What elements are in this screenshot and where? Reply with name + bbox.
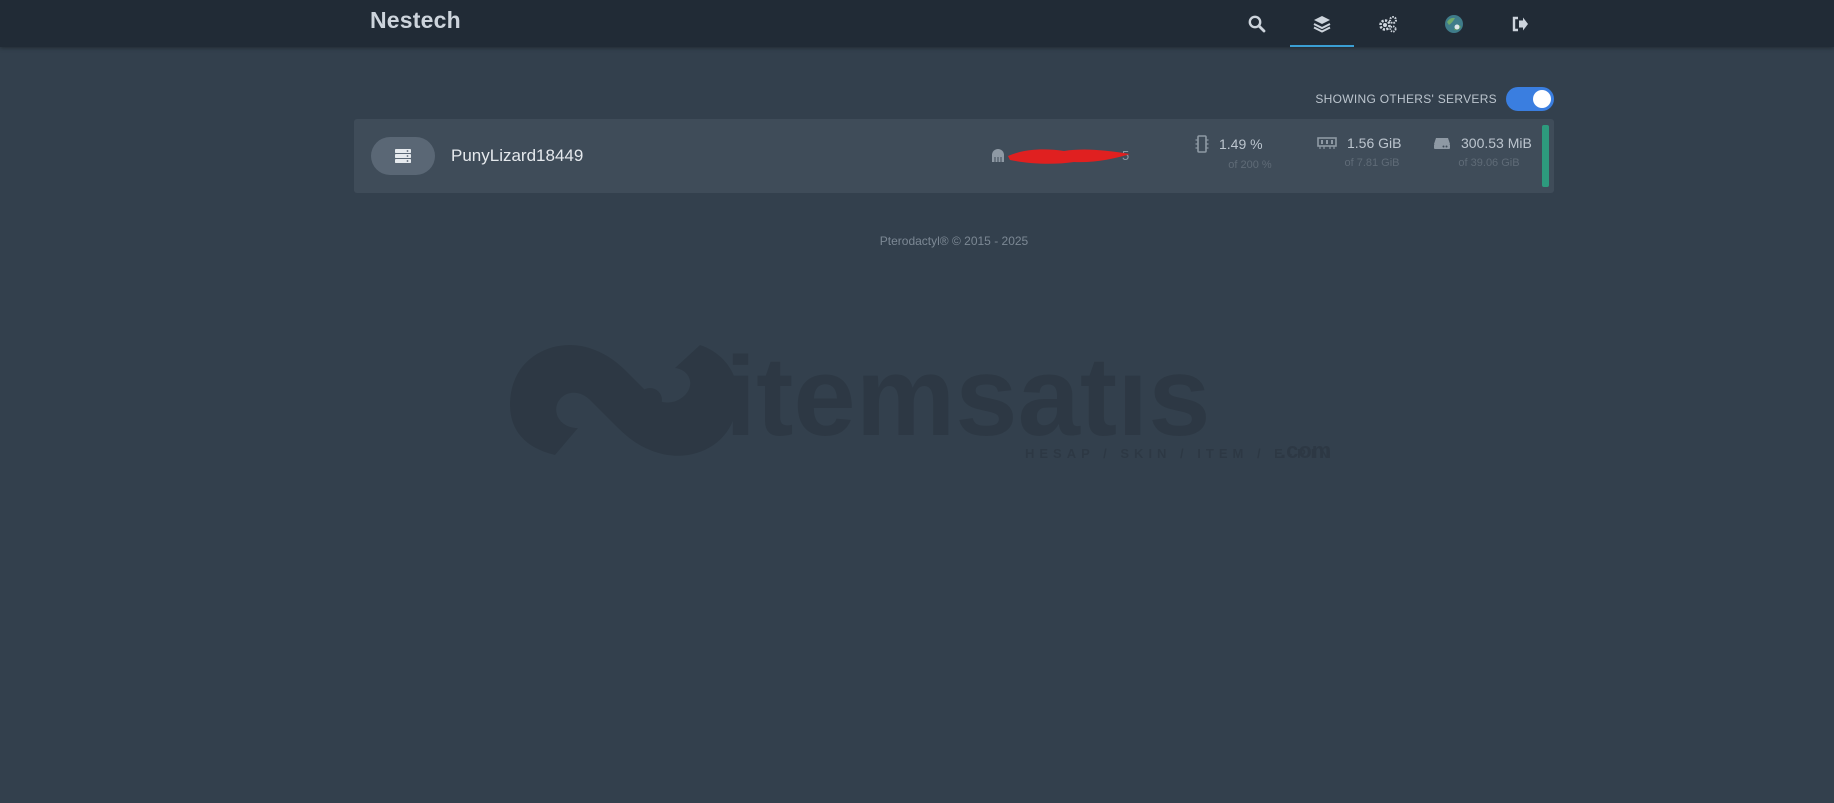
others-servers-toggle[interactable] bbox=[1506, 87, 1554, 111]
server-address: 5 bbox=[990, 145, 1140, 167]
hard-drive-icon bbox=[1434, 138, 1450, 149]
nav-account[interactable] bbox=[1422, 0, 1486, 47]
disk-limit: of 39.06 GiB bbox=[1458, 157, 1520, 169]
nav-admin-settings[interactable] bbox=[1356, 0, 1420, 47]
nav-logout[interactable] bbox=[1488, 0, 1552, 47]
nav-search[interactable] bbox=[1225, 0, 1289, 47]
server-icon-badge bbox=[371, 137, 435, 175]
cpu-value: 1.49 % bbox=[1219, 136, 1263, 152]
avatar bbox=[1445, 14, 1463, 33]
redaction-scribble bbox=[1008, 149, 1130, 164]
nav-servers[interactable] bbox=[1290, 0, 1354, 47]
memory-value: 1.56 GiB bbox=[1347, 135, 1402, 151]
disk-value: 300.53 MiB bbox=[1461, 135, 1532, 151]
watermark-domain: .com bbox=[1280, 438, 1331, 463]
cpu-stat: 1.49 % of 200 % bbox=[1195, 135, 1305, 171]
memory-limit: of 7.81 GiB bbox=[1344, 157, 1400, 169]
others-servers-filter: SHOWING OTHERS' SERVERS bbox=[1315, 87, 1554, 111]
cpu-chip-icon bbox=[1195, 135, 1209, 153]
search-icon bbox=[1248, 15, 1266, 32]
brand-logo-text[interactable]: Nestech bbox=[370, 7, 461, 34]
cpu-limit: of 200 % bbox=[1228, 159, 1272, 171]
server-stack-icon bbox=[395, 149, 411, 163]
toggle-knob bbox=[1533, 90, 1551, 108]
others-servers-label: SHOWING OTHERS' SERVERS bbox=[1315, 92, 1497, 106]
memory-icon bbox=[1317, 137, 1337, 149]
server-name[interactable]: PunyLizard18449 bbox=[451, 146, 583, 166]
footer-copyright: Pterodactyl® © 2015 - 2025 bbox=[879, 234, 1029, 248]
top-navbar: Nestech bbox=[0, 0, 1834, 47]
server-row[interactable]: PunyLizard18449 5 1.49 % of 200 % 1.56 G… bbox=[354, 119, 1554, 193]
disk-stat: 300.53 MiB of 39.06 GiB bbox=[1433, 135, 1545, 169]
watermark-logo: itemsatıs HESAP / SKIN / ITEM / E-PIN .c… bbox=[510, 340, 1331, 463]
gears-icon bbox=[1379, 15, 1397, 32]
memory-stat: 1.56 GiB of 7.81 GiB bbox=[1317, 135, 1427, 169]
server-status-indicator bbox=[1542, 125, 1549, 187]
watermark-brand: itemsatıs bbox=[725, 340, 1211, 459]
layers-icon bbox=[1313, 15, 1331, 33]
logout-icon bbox=[1512, 16, 1528, 31]
